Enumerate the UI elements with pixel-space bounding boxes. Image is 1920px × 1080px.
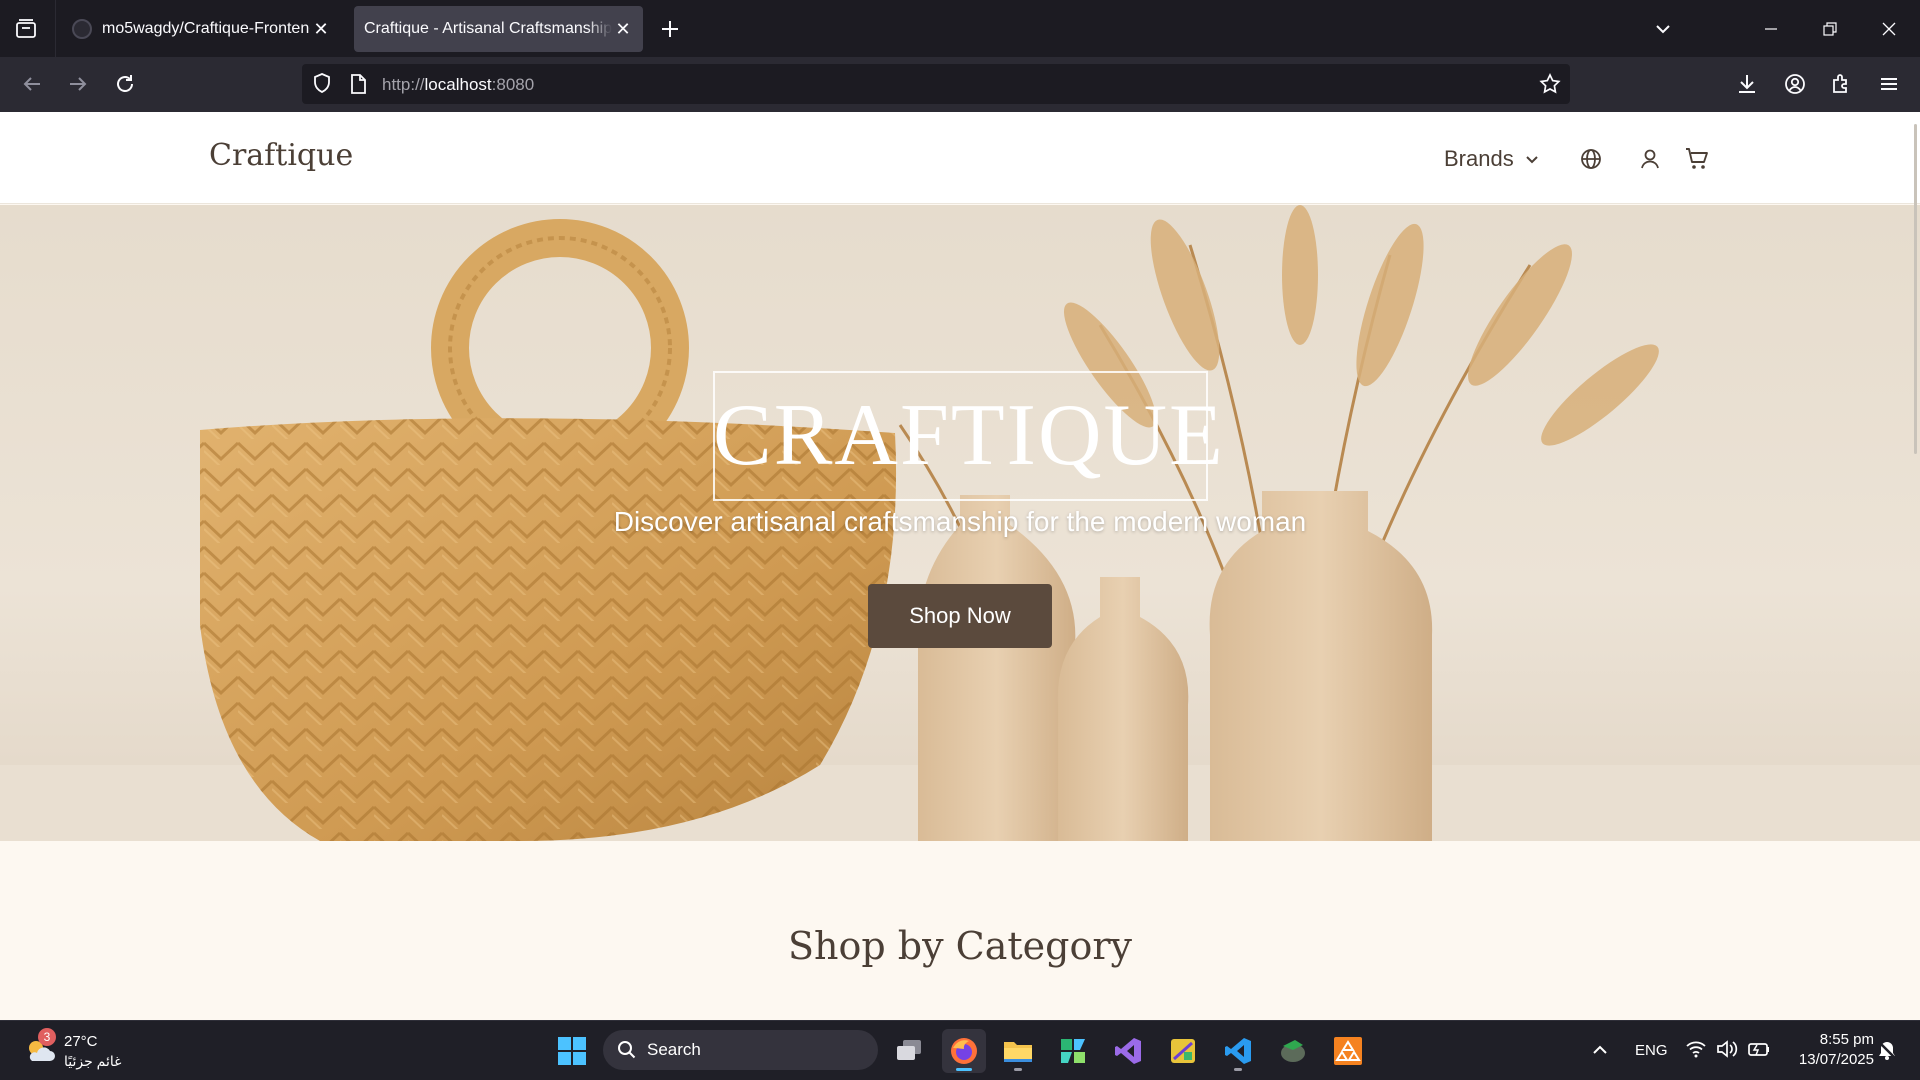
hero-title: CRAFTIQUE (713, 387, 1225, 484)
shop-by-category-heading: Shop by Category (788, 924, 1132, 968)
task-view-icon[interactable] (887, 1029, 931, 1073)
github-icon (72, 19, 92, 39)
downloads-icon[interactable] (1733, 70, 1761, 98)
browser-tab-craftique[interactable]: Craftique - Artisanal Craftsmanship for … (354, 6, 643, 52)
back-icon[interactable] (18, 70, 46, 98)
bookmark-star-icon[interactable] (1538, 72, 1562, 101)
browser-nav-bar: http://localhost:8080 (0, 57, 1920, 112)
cart-icon[interactable] (1683, 145, 1711, 173)
app-icon-6[interactable] (1161, 1029, 1205, 1073)
site-header: Craftique Brands (0, 112, 1920, 204)
clock-time: 8:55 pm (1819, 1031, 1874, 1048)
site-logo[interactable]: Craftique (209, 138, 353, 173)
close-window-icon[interactable] (1874, 14, 1904, 44)
restore-icon[interactable] (1815, 14, 1845, 44)
page-info-icon[interactable] (348, 73, 368, 100)
close-tab-icon[interactable]: ✕ (310, 18, 332, 40)
show-hidden-icons-chevron-up-icon[interactable] (1590, 1040, 1610, 1065)
shop-now-button[interactable]: Shop Now (868, 584, 1052, 648)
tab-list-icon[interactable] (14, 17, 38, 41)
hero-banner: CRAFTIQUE Discover artisanal craftsmansh… (0, 205, 1920, 841)
minimize-icon[interactable] (1756, 14, 1786, 44)
language-indicator[interactable]: ENG (1635, 1042, 1668, 1059)
forward-icon[interactable] (64, 70, 92, 98)
file-explorer-icon[interactable] (996, 1029, 1040, 1073)
browser-tab-github[interactable]: mo5wagdy/Craftique-Frontend ✕ (62, 6, 346, 52)
volume-icon[interactable] (1716, 1039, 1738, 1064)
hero-subtitle: Discover artisanal craftsmanship for the… (613, 506, 1307, 537)
vs-code-icon[interactable] (1216, 1029, 1260, 1073)
weather-badge: 3 (38, 1028, 56, 1046)
start-button[interactable] (550, 1029, 594, 1073)
browser-tab-bar: mo5wagdy/Craftique-Frontend ✕ Craftique … (0, 0, 1920, 57)
notifications-bell-icon[interactable] (1876, 1039, 1898, 1066)
wifi-icon[interactable] (1685, 1039, 1707, 1064)
battery-icon[interactable] (1747, 1039, 1771, 1064)
tab-title: Craftique - Artisanal Craftsmanship for … (364, 20, 612, 37)
app-icon-4[interactable] (1051, 1029, 1095, 1073)
app-icon-9[interactable] (1326, 1029, 1370, 1073)
windows-logo-icon (558, 1037, 586, 1065)
user-icon[interactable] (1636, 145, 1664, 173)
account-icon[interactable] (1781, 70, 1809, 98)
close-tab-icon[interactable]: ✕ (612, 18, 634, 40)
app-icon-8[interactable] (1271, 1029, 1315, 1073)
language-globe-icon[interactable] (1577, 145, 1605, 173)
page-scrollbar[interactable] (1914, 124, 1917, 454)
firefox-icon[interactable] (942, 1029, 986, 1073)
running-indicator (1014, 1068, 1022, 1071)
clock-date: 13/07/2025 (1798, 1051, 1874, 1068)
weather-condition: غائم جزئيًا (64, 1053, 122, 1069)
brands-dropdown[interactable]: Brands (1444, 146, 1540, 172)
weather-widget[interactable]: 3 27°C غائم جزئيًا (22, 1028, 142, 1073)
weather-temperature: 27°C (64, 1033, 98, 1050)
windows-taskbar: 3 27°C غائم جزئيًا Search ENG 8:55 pm 13… (0, 1020, 1920, 1080)
running-indicator (1234, 1068, 1242, 1071)
visual-studio-icon[interactable] (1106, 1029, 1150, 1073)
search-icon (618, 1041, 636, 1059)
tab-title: mo5wagdy/Craftique-Frontend (102, 20, 310, 37)
running-indicator (956, 1068, 972, 1071)
taskbar-search[interactable]: Search (603, 1030, 878, 1070)
reload-icon[interactable] (111, 70, 139, 98)
list-all-tabs-icon[interactable] (1648, 14, 1678, 44)
search-label: Search (647, 1040, 701, 1059)
extensions-icon[interactable] (1827, 70, 1855, 98)
tracking-protection-shield-icon[interactable] (310, 71, 334, 100)
new-tab-icon[interactable] (658, 17, 682, 41)
app-menu-icon[interactable] (1875, 70, 1903, 98)
brands-label: Brands (1444, 146, 1514, 171)
tab-separator (55, 0, 56, 57)
url-text[interactable]: http://localhost:8080 (382, 75, 534, 95)
taskbar-clock[interactable]: 8:55 pm 13/07/2025 (1784, 1030, 1874, 1070)
web-page: Craftique Brands CRAFTIQUE Discover arti… (0, 112, 1920, 1020)
chevron-down-icon (1526, 156, 1538, 164)
address-bar[interactable]: http://localhost:8080 (302, 64, 1570, 104)
